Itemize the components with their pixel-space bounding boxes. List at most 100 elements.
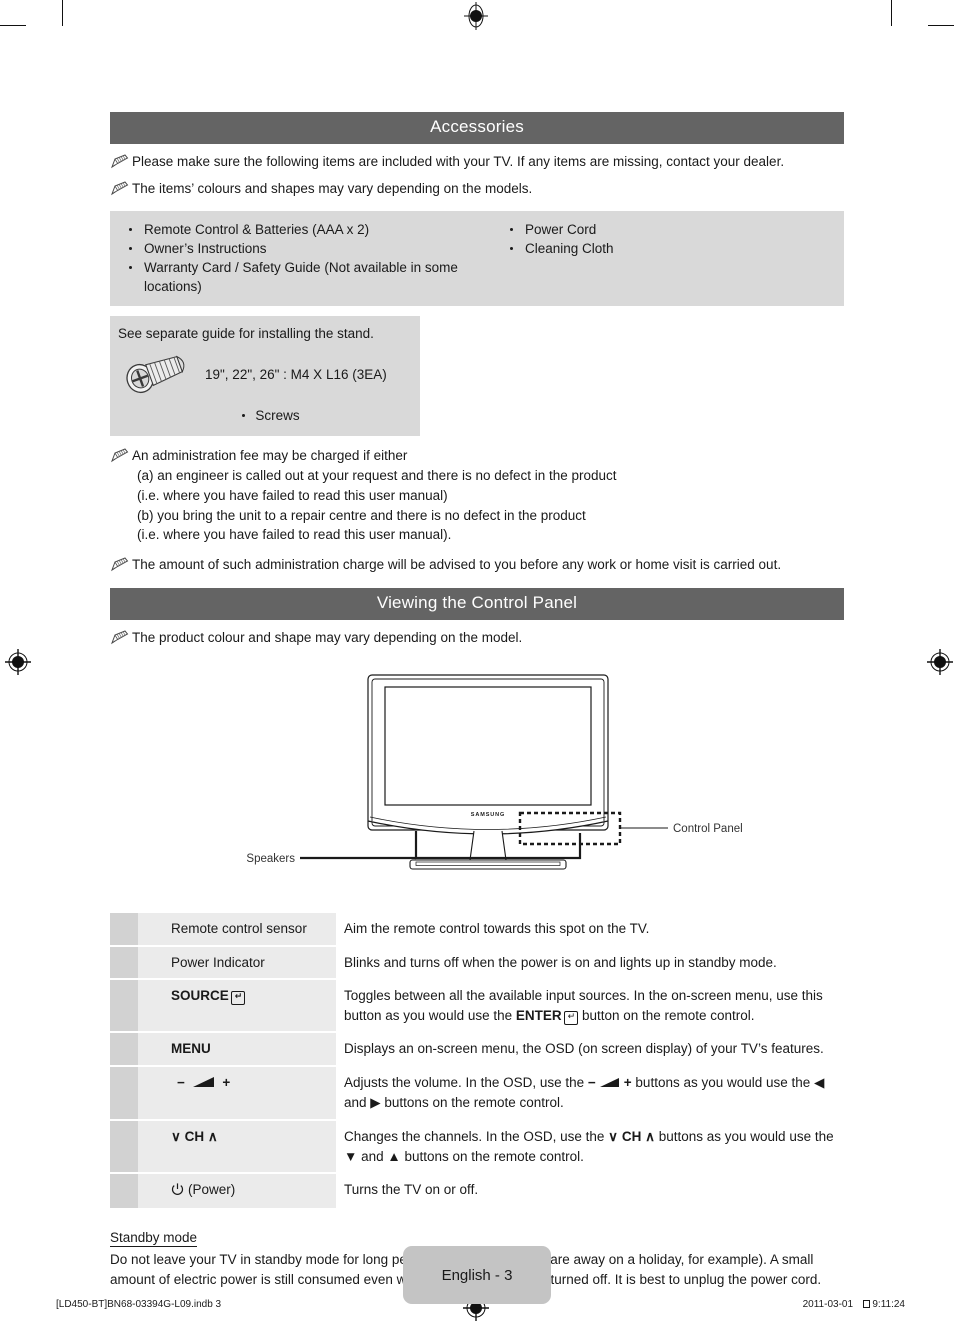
standby-mode-title: Standby mode [110, 1229, 198, 1247]
screw-illustration [110, 350, 205, 399]
page-content: Accessories Please make sure the followi… [56, 0, 905, 1324]
note-items-included-text: Please make sure the following items are… [132, 153, 785, 169]
row-label-volume-button: − + [138, 1066, 336, 1120]
admin-fee-line-a-note: (i.e. where you have failed to read this… [137, 487, 448, 503]
power-icon [171, 1182, 184, 1202]
list-item: Remote Control & Batteries (AAA x 2) [110, 220, 477, 239]
row-desc-power-indicator: Blinks and turns off when the power is o… [344, 954, 777, 970]
section-header-accessories-label: Accessories [430, 117, 524, 136]
samsung-brand-label: SAMSUNG [471, 812, 505, 818]
note-items-included: Please make sure the following items are… [110, 152, 844, 172]
pencil-note-icon [110, 629, 129, 645]
admin-fee-line-b-note: (i.e. where you have failed to read this… [137, 527, 452, 543]
crop-mark-top-left-horizontal [0, 25, 26, 26]
screw-spec-text: 19", 22", 26" : M4 X L16 (3EA) [205, 367, 387, 383]
control-panel-button-table: Remote control sensor Aim the remote con… [110, 913, 844, 1208]
page-number-label: English - 3 [441, 1266, 513, 1284]
row-label-source-button: SOURCE ↵ [138, 980, 336, 1032]
table-row: Power Indicator Blinks and turns off whe… [110, 946, 844, 979]
row-desc-menu-button: Displays an on-screen menu, the OSD (on … [344, 1041, 824, 1057]
row-desc-volume-button: Adjusts the volume. In the OSD, use the … [344, 1074, 825, 1111]
table-row: MENU Displays an on-screen menu, the OSD… [110, 1033, 844, 1065]
table-row: (Power) Turns the TV on or off. [110, 1174, 844, 1208]
row-number-cell [110, 913, 138, 945]
row-number-cell [110, 1066, 138, 1120]
section-header-accessories: Accessories [110, 112, 844, 144]
admin-fee-line-a: (a) an engineer is called out at your re… [137, 467, 617, 483]
stand-installation-title: See separate guide for installing the st… [118, 326, 374, 342]
note-admin-charge-advised-text: The amount of such administration charge… [132, 557, 782, 573]
note-colours-vary: The items’ colours and shapes may vary d… [110, 179, 844, 199]
registration-mark-left-center [5, 649, 31, 675]
section-header-control-panel: Viewing the Control Panel [110, 587, 844, 620]
enter-key-icon: ↵ [563, 1010, 579, 1025]
note-product-colour-vary-text: The product colour and shape may vary de… [132, 629, 523, 645]
footer-date: 2011-03-01 [802, 1299, 854, 1310]
pencil-note-icon [110, 557, 129, 572]
korean-ampm-glyph [863, 1300, 871, 1308]
enter-button-text: ENTER [515, 1007, 562, 1023]
row-desc-source-post: button on the remote control. [578, 1007, 755, 1023]
channel-button-text: CH [184, 1129, 205, 1145]
accessories-items-box: Remote Control & Batteries (AAA x 2) Own… [110, 210, 844, 307]
note-admin-fee-text: An administration fee may be charged if … [132, 448, 408, 464]
screws-label-row: Screws [110, 408, 420, 423]
row-number-cell [110, 946, 138, 979]
chevron-up-icon: ∧ [207, 1129, 218, 1145]
pencil-note-icon [110, 181, 129, 196]
chevron-down-icon: ∨ [171, 1129, 181, 1145]
crop-mark-top-right-vertical [891, 0, 892, 26]
row-label-menu-button: MENU [138, 1033, 336, 1065]
table-row: ∨ CH ∧ Changes the channels. In the OSD,… [110, 1121, 844, 1173]
row-label-remote-control-sensor: Remote control sensor [138, 913, 336, 945]
row-number-cell [110, 1174, 138, 1208]
footer-time: 9:11:24 [872, 1299, 905, 1310]
row-desc-volume-pre: Adjusts the volume. In the OSD, use the [344, 1074, 588, 1090]
list-item: Warranty Card / Safety Guide (Not availa… [110, 258, 477, 296]
bullet-dot-icon [242, 414, 246, 418]
table-row: Remote control sensor Aim the remote con… [110, 913, 844, 945]
chevron-up-icon: ∧ [645, 1129, 655, 1145]
row-desc-channel-pre: Changes the channels. In the OSD, use th… [344, 1129, 609, 1145]
admin-fee-line-b: (b) you bring the unit to a repair centr… [137, 507, 586, 523]
pencil-note-icon [110, 154, 129, 169]
row-desc-power-button: Turns the TV on or off. [344, 1182, 479, 1198]
tv-front-view-figure: SAMSUNG Control Panel Speakers [110, 661, 844, 893]
table-row: − + Adjusts the volume. In the OSD, use … [110, 1066, 844, 1120]
callout-label-speakers: Speakers [246, 853, 295, 865]
accessories-items-left-column: Remote Control & Batteries (AAA x 2) Own… [110, 220, 477, 297]
registration-mark-right-center [927, 649, 953, 675]
list-item: Cleaning Cloth [491, 239, 844, 258]
footer-timestamp: 2011-03-01 9:11:24 [803, 1299, 905, 1310]
section-header-control-panel-label: Viewing the Control Panel [376, 592, 578, 612]
row-desc-channel-button: Changes the channels. In the OSD, use th… [336, 1121, 844, 1172]
volume-wedge-icon [599, 1074, 621, 1094]
row-label-channel-button: ∨ CH ∧ [138, 1121, 336, 1173]
crop-mark-top-right-horizontal [928, 25, 954, 26]
page-number-badge: English - 3 [403, 1246, 551, 1304]
table-row: SOURCE ↵ Toggles between all the availabl… [110, 980, 844, 1032]
pencil-note-icon [110, 448, 129, 463]
volume-wedge-icon [192, 1074, 216, 1094]
row-number-cell [110, 980, 138, 1032]
enter-key-icon: ↵ [230, 991, 246, 1006]
list-item: Owner’s Instructions [110, 239, 477, 258]
row-desc-remote-control-sensor: Aim the remote control towards this spot… [344, 921, 650, 937]
row-label-power-button: (Power) [138, 1174, 336, 1208]
callout-label-control-panel: Control Panel [673, 823, 743, 835]
note-admin-charge-advised: The amount of such administration charge… [110, 555, 844, 575]
row-desc-source-button: Toggles between all the available input … [336, 980, 844, 1031]
crop-mark-top-left-vertical [62, 0, 63, 26]
note-admin-fee: An administration fee may be charged if … [110, 446, 844, 466]
note-colours-vary-text: The items’ colours and shapes may vary d… [132, 181, 533, 197]
chevron-down-icon: ∨ [608, 1129, 619, 1145]
source-button-text: SOURCE [171, 988, 229, 1004]
power-button-text: (Power) [188, 1182, 236, 1198]
screws-label: Screws [255, 408, 300, 424]
list-item: Power Cord [491, 220, 844, 239]
note-product-colour-vary: The product colour and shape may vary de… [110, 628, 844, 648]
accessories-items-right-column: Power Cord Cleaning Cloth [477, 220, 844, 297]
row-desc-channel-mid: CH [621, 1129, 642, 1145]
row-number-cell [110, 1121, 138, 1173]
footer-source-file: [LD450-BT]BN68-03394G-L09.indb 3 [56, 1299, 222, 1310]
